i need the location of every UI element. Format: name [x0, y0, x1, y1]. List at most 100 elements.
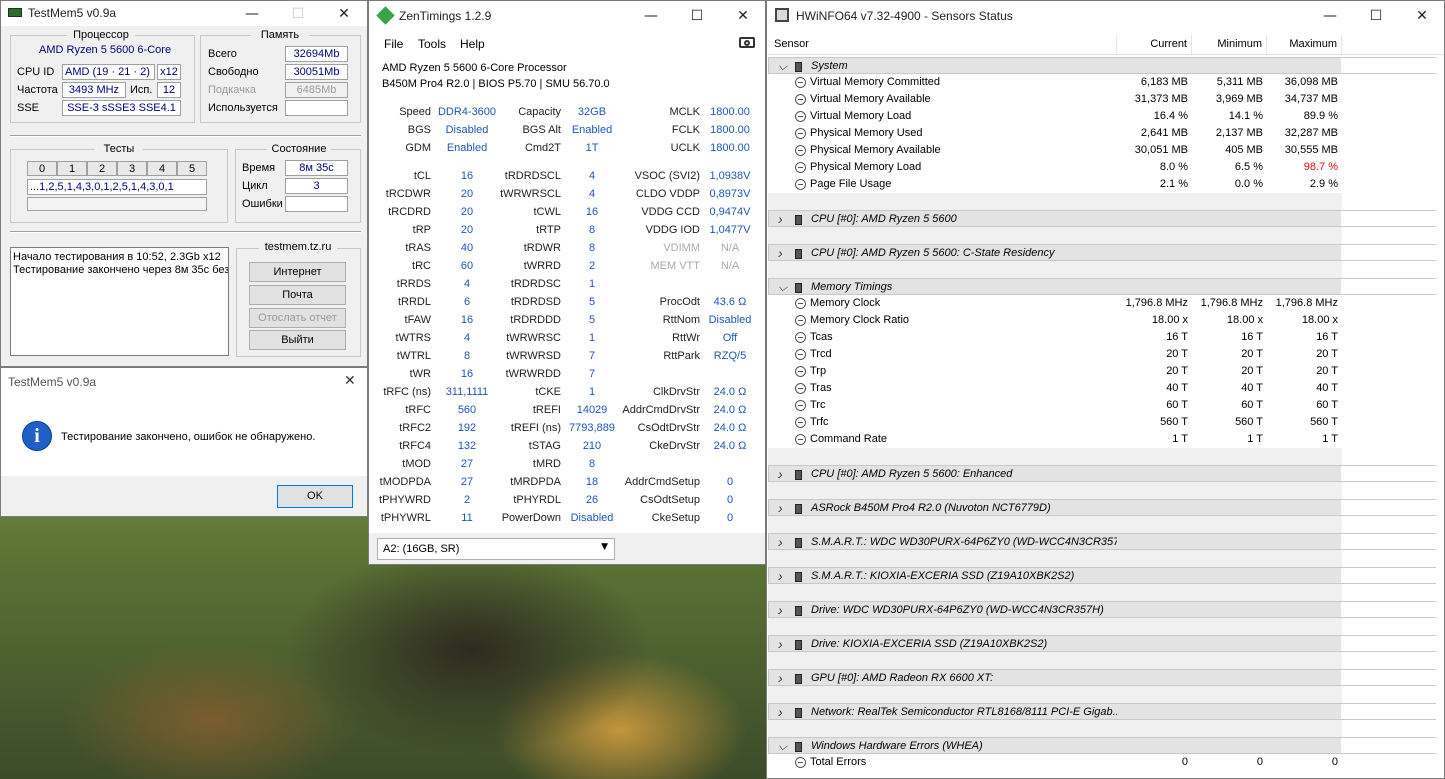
menu-file[interactable]: File	[384, 37, 403, 51]
slot-select[interactable]: A2: (16GB, SR) ▼	[377, 538, 615, 560]
minimize-icon[interactable]: —	[628, 1, 674, 31]
sensor-group-name: System	[811, 60, 848, 72]
column-minimum[interactable]: Minimum	[1192, 35, 1267, 54]
maximize-icon[interactable]: ☐	[674, 1, 720, 31]
ok-button[interactable]: OK	[277, 485, 353, 508]
chevron-right-icon[interactable]: ›	[778, 245, 783, 260]
value-cur	[1116, 704, 1192, 719]
value-cur	[1116, 568, 1192, 583]
sensor-row[interactable]: Trfc 560 T 560 T 560 T	[768, 414, 1444, 431]
value-cur: 1,796.8 MHz	[1125, 297, 1188, 309]
log-box[interactable]: Начало тестирования в 10:52, 2.3Gb x12 Т…	[10, 247, 229, 356]
blank-cell	[1341, 602, 1443, 617]
menu-tools[interactable]: Tools	[418, 37, 446, 51]
chip-icon	[795, 504, 802, 514]
blank-cell	[1342, 125, 1444, 142]
maximize-icon[interactable]: ☐	[1353, 1, 1399, 31]
sensor-group-row[interactable]: › Drive: KIOXIA-EXCERIA SSD (Z19A10XBK2S2…	[768, 635, 1444, 652]
sensor-group-row[interactable]: › Drive: WDC WD30PURX-64P6ZY0 (WD-WCC4N3C…	[768, 601, 1444, 618]
sensor-row[interactable]: Trc 60 T 60 T 60 T	[768, 397, 1444, 414]
hwinfo-titlebar[interactable]: HWiNFO64 v7.32-4900 - Sensors Status — ☐…	[767, 1, 1444, 31]
sensor-row[interactable]: Command Rate 1 T 1 T 1 T	[768, 431, 1444, 448]
scrollbar[interactable]	[1436, 55, 1444, 778]
value-min	[1192, 227, 1267, 244]
minimize-icon[interactable]: —	[229, 1, 275, 26]
timing-label: tSTAG	[528, 440, 561, 452]
sensor-row[interactable]: Physical Memory Available 30,051 MB 405 MB…	[768, 142, 1444, 159]
sensor-row[interactable]: Trp 20 T 20 T 20 T	[768, 363, 1444, 380]
timing-label: tPHYRDL	[513, 494, 561, 506]
sensor-row[interactable]: Virtual Memory Committed 6,183 MB 5,311 MB…	[768, 74, 1444, 91]
menu-help[interactable]: Help	[460, 37, 485, 51]
camera-icon[interactable]	[739, 37, 755, 48]
sensor-name-cell	[768, 618, 1117, 635]
sensor-row[interactable]: Memory Clock 1,796.8 MHz 1,796.8 MHz 1,796.…	[768, 295, 1444, 312]
sensor-row[interactable]: Page File Usage 2.1 % 0.0 % 2.9 %	[768, 176, 1444, 193]
blank-cell	[1342, 159, 1444, 176]
sensor-row[interactable]: Memory Clock Ratio 18.00 x 18.00 x 18.00 x	[768, 312, 1444, 329]
chevron-right-icon[interactable]: ›	[778, 568, 783, 583]
sensor-group-row[interactable]: › CPU [#0]: AMD Ryzen 5 5600: Enhanced	[768, 465, 1444, 482]
chevron-right-icon[interactable]: ›	[778, 500, 783, 515]
sensor-group-row[interactable]: › Network: RealTek Semiconductor RTL8168/…	[768, 703, 1444, 720]
sensor-row[interactable]: Virtual Memory Available 31,373 MB 3,969 M…	[768, 91, 1444, 108]
sensor-row[interactable]: Trcd 20 T 20 T 20 T	[768, 346, 1444, 363]
sensor-group-row[interactable]: › S.M.A.R.T.: WDC WD30PURX-64P6ZY0 (WD-WC…	[768, 533, 1444, 550]
sensor-group-row[interactable]: ⌵ Memory Timings	[768, 278, 1444, 295]
blank-cell	[1342, 380, 1444, 397]
sensor-group-name: S.M.A.R.T.: KIOXIA-EXCERIA SSD (Z19A10XB…	[811, 570, 1075, 582]
value-max	[1267, 516, 1342, 533]
sensor-row[interactable]: Total Errors 0 0 0	[768, 754, 1444, 771]
sensor-group-row[interactable]: ⌵ System	[768, 57, 1444, 74]
value-cur: 6,183 MB	[1140, 76, 1188, 88]
sensor-group-row[interactable]: ⌵ Windows Hardware Errors (WHEA)	[768, 737, 1444, 754]
mail-button[interactable]: Почта	[249, 285, 346, 305]
value-max: 1,796.8 MHz	[1275, 297, 1338, 309]
testmem-titlebar[interactable]: TestMem5 v0.9a — ☐ ✕	[1, 1, 367, 26]
timing-label: CsOdtDrvStr	[637, 422, 700, 434]
tests-group-title: Тесты	[95, 143, 143, 155]
chevron-right-icon[interactable]: ›	[778, 704, 783, 719]
sensor-name-cell: › S.M.A.R.T.: WDC WD30PURX-64P6ZY0 (WD-WC…	[769, 534, 1117, 549]
minimize-icon[interactable]: —	[1307, 1, 1353, 31]
column-current[interactable]: Current	[1117, 35, 1192, 54]
timing-value: 0,8973V	[709, 188, 751, 200]
close-icon[interactable]: ✕	[1399, 1, 1444, 31]
sensor-row[interactable]: Virtual Memory Load 16.4 % 14.1 % 89.9 %	[768, 108, 1444, 125]
sensor-minus-icon	[795, 315, 806, 326]
sensor-name-cell: ⌵ Windows Hardware Errors (WHEA)	[769, 738, 1117, 753]
sensor-row[interactable]: Physical Memory Load 8.0 % 6.5 % 98.7 %	[768, 159, 1444, 176]
chevron-right-icon[interactable]: ›	[778, 636, 783, 651]
zentimings-titlebar[interactable]: ZenTimings 1.2.9 — ☐ ✕	[369, 1, 765, 31]
chevron-right-icon[interactable]: ›	[778, 534, 783, 549]
sensor-name-cell: › Drive: WDC WD30PURX-64P6ZY0 (WD-WCC4N3C…	[769, 602, 1117, 617]
chevron-right-icon[interactable]: ›	[778, 602, 783, 617]
sensor-row[interactable]: Tras 40 T 40 T 40 T	[768, 380, 1444, 397]
exit-button[interactable]: Выйти	[249, 330, 346, 350]
column-maximum[interactable]: Maximum	[1267, 35, 1342, 54]
sensor-group-row[interactable]: › CPU [#0]: AMD Ryzen 5 5600	[768, 210, 1444, 227]
chevron-down-icon[interactable]: ⌵	[778, 58, 787, 73]
spacer-row	[768, 618, 1444, 635]
chevron-down-icon[interactable]: ⌵	[778, 279, 787, 294]
sensor-group-row[interactable]: › ASRock B450M Pro4 R2.0 (Nuvoton NCT6779…	[768, 499, 1444, 516]
timing-label: tRDWR	[523, 242, 561, 254]
column-sensor[interactable]: Sensor	[768, 35, 1117, 54]
sensor-group-row[interactable]: › CPU [#0]: AMD Ryzen 5 5600: C-State Res…	[768, 244, 1444, 261]
sensor-row[interactable]: Physical Memory Used 2,641 MB 2,137 MB 32,2…	[768, 125, 1444, 142]
close-icon[interactable]: ✕	[344, 373, 356, 389]
value-min: 6.5 %	[1234, 161, 1263, 173]
sensor-group-row[interactable]: › GPU [#0]: AMD Radeon RX 6600 XT:	[768, 669, 1444, 686]
chevron-down-icon[interactable]: ⌵	[778, 738, 787, 753]
chevron-right-icon[interactable]: ›	[778, 466, 783, 481]
chevron-right-icon[interactable]: ›	[778, 211, 783, 226]
sensor-group-row[interactable]: › S.M.A.R.T.: KIOXIA-EXCERIA SSD (Z19A10X…	[768, 567, 1444, 584]
sensor-row[interactable]: Tcas 16 T 16 T 16 T	[768, 329, 1444, 346]
close-icon[interactable]: ✕	[720, 1, 765, 31]
timing-label: VSOC (SVI2)	[634, 170, 700, 182]
timing-label: AddrCmdDrvStr	[622, 404, 700, 416]
value-max	[1267, 550, 1342, 567]
chevron-right-icon[interactable]: ›	[778, 670, 783, 685]
internet-button[interactable]: Интернет	[249, 262, 346, 282]
close-icon[interactable]: ✕	[321, 1, 367, 26]
